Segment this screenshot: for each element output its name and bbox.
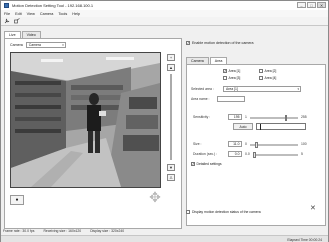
chevron-down-icon: ▾ bbox=[62, 43, 64, 47]
sensitivity-max: 255 bbox=[301, 115, 307, 119]
meter-marker bbox=[260, 124, 261, 130]
area-2-option[interactable]: Area [2] bbox=[259, 69, 276, 73]
sensitivity-thumb[interactable] bbox=[284, 114, 288, 121]
app-icon bbox=[4, 3, 9, 8]
settings-tool-icon[interactable] bbox=[4, 18, 10, 24]
frame-rate-text: Frame rate : 30.0 fps bbox=[3, 229, 35, 233]
area-3-label: Area [3] bbox=[228, 76, 241, 80]
settings-tabs: Camera Area bbox=[186, 57, 228, 65]
area-name-input[interactable] bbox=[217, 96, 245, 102]
window-controls: – □ ✕ bbox=[297, 2, 326, 8]
ptz-controls: + ▲ ▼ ♙ bbox=[165, 52, 178, 188]
area-4-option[interactable]: Area [4] bbox=[259, 76, 276, 80]
camera-select[interactable]: Camera ▾ bbox=[25, 42, 66, 48]
area-2-label: Area [2] bbox=[264, 69, 277, 73]
store-scene-image bbox=[11, 53, 160, 187]
size-input[interactable]: 11.0 bbox=[228, 141, 242, 147]
live-panel: Live Video Camera Camera ▾ + ▲ ▼ ♙ ● ✥ bbox=[4, 31, 182, 229]
duration-min: 0.0 bbox=[245, 152, 250, 156]
area-1-label: Area [1] bbox=[228, 69, 241, 73]
camera-video-frame[interactable] bbox=[10, 52, 161, 188]
enable-motion-label: Enable motion detection of the camera bbox=[192, 40, 254, 45]
maximize-button[interactable]: □ bbox=[307, 2, 316, 8]
area-4-checkbox[interactable] bbox=[259, 76, 263, 80]
zoom-slider[interactable] bbox=[170, 74, 172, 160]
camera-label: Camera bbox=[10, 43, 23, 47]
area-4-label: Area [4] bbox=[264, 76, 277, 80]
enable-motion-checkbox[interactable]: ✓ bbox=[186, 40, 190, 45]
area-3-checkbox[interactable] bbox=[223, 76, 227, 80]
size-min: 0 bbox=[245, 142, 247, 146]
live-view-body: Camera Camera ▾ + ▲ ▼ ♙ ● ✥ bbox=[4, 38, 182, 229]
camera-row: Camera Camera ▾ bbox=[10, 42, 66, 48]
display-status-label: Display motion detection status of the c… bbox=[192, 210, 261, 214]
size-slider[interactable] bbox=[250, 141, 298, 148]
sensitivity-meter bbox=[256, 123, 306, 130]
zoom-in-button[interactable]: + bbox=[167, 54, 175, 61]
duration-max: 5 bbox=[301, 152, 303, 156]
sensitivity-min: 1 bbox=[245, 115, 247, 119]
sensitivity-label: Sensitivity : bbox=[193, 115, 211, 119]
duration-label: Duration (sec.) : bbox=[193, 152, 218, 156]
display-status-checkbox[interactable] bbox=[186, 210, 190, 214]
toolbar bbox=[1, 17, 328, 26]
sensitivity-slider[interactable] bbox=[250, 114, 298, 121]
duration-input[interactable]: 0.0 bbox=[228, 151, 242, 157]
pan-tilt-icon[interactable]: ✥ bbox=[147, 189, 163, 205]
display-status-row[interactable]: Display motion detection status of the c… bbox=[186, 210, 261, 214]
area-name-label: Area name : bbox=[191, 97, 210, 101]
auto-button[interactable]: Auto bbox=[233, 123, 253, 130]
person-icon[interactable]: ♙ bbox=[167, 174, 175, 181]
area-3-option[interactable]: Area [3] bbox=[223, 76, 240, 80]
detailed-settings-checkbox[interactable]: ✓ bbox=[191, 162, 195, 166]
window-title: Motion Detection Setting Tool - 192.168.… bbox=[12, 3, 94, 8]
zoom-in-icon[interactable]: ▲ bbox=[167, 64, 175, 71]
size-max: 100 bbox=[301, 142, 307, 146]
sensitivity-input[interactable]: 195 bbox=[228, 114, 242, 120]
area-1-option[interactable]: ✓ Area [1] bbox=[223, 69, 240, 73]
duration-slider[interactable] bbox=[253, 151, 298, 158]
area-settings-body: ✓ Area [1] Area [2] Area [3] Area [4] Se… bbox=[186, 64, 326, 226]
status-bar: Frame rate : 30.0 fps Receiving size : 1… bbox=[1, 227, 328, 235]
close-button[interactable]: ✕ bbox=[317, 2, 326, 8]
zoom-out-icon[interactable]: ▼ bbox=[167, 164, 175, 171]
menu-view[interactable]: View bbox=[27, 12, 35, 16]
menu-file[interactable]: File bbox=[4, 12, 10, 16]
menu-tools[interactable]: Tools bbox=[58, 12, 67, 16]
tab-camera[interactable]: Camera bbox=[186, 57, 209, 64]
chevron-down-icon: ▾ bbox=[297, 87, 299, 91]
tools-icon[interactable]: ✕ bbox=[310, 204, 316, 212]
menu-camera[interactable]: Camera bbox=[40, 12, 54, 16]
motion-settings-panel: ✓ Enable motion detection of the camera … bbox=[186, 39, 326, 229]
menu-edit[interactable]: Edit bbox=[15, 12, 22, 16]
receiving-size-text: Receiving size : 160x120 bbox=[43, 229, 82, 233]
area-2-checkbox[interactable] bbox=[259, 69, 263, 73]
minimize-button[interactable]: – bbox=[297, 2, 306, 8]
selected-area-select[interactable]: Area [1] ▾ bbox=[223, 86, 301, 92]
menu-help[interactable]: Help bbox=[72, 12, 80, 16]
connect-tool-icon[interactable] bbox=[14, 18, 20, 24]
tab-video[interactable]: Video bbox=[21, 31, 41, 38]
elapsed-time-text: Elapsed Time 00:00:24 bbox=[287, 237, 322, 242]
elapsed-bar: Elapsed Time 00:00:24 bbox=[1, 235, 328, 242]
detailed-settings-label: Detailed settings bbox=[196, 162, 222, 166]
selected-area-value: Area [1] bbox=[226, 87, 238, 91]
left-tabs: Live Video bbox=[4, 31, 42, 39]
app-window: Motion Detection Setting Tool - 192.168.… bbox=[0, 0, 329, 242]
enable-motion-row[interactable]: ✓ Enable motion detection of the camera bbox=[186, 39, 326, 46]
area-1-checkbox[interactable]: ✓ bbox=[223, 69, 227, 73]
menu-bar: File Edit View Camera Tools Help bbox=[1, 10, 328, 17]
camera-select-value: Camera bbox=[28, 43, 41, 47]
record-button[interactable]: ● bbox=[10, 195, 24, 205]
size-label: Size : bbox=[193, 142, 202, 146]
title-bar[interactable]: Motion Detection Setting Tool - 192.168.… bbox=[1, 1, 328, 10]
selected-area-label: Selected area : bbox=[191, 87, 214, 91]
display-size-text: Display size : 320x240 bbox=[90, 229, 125, 233]
size-thumb[interactable] bbox=[255, 141, 258, 148]
duration-thumb[interactable] bbox=[253, 151, 256, 158]
detailed-settings-option[interactable]: ✓ Detailed settings bbox=[191, 162, 222, 166]
